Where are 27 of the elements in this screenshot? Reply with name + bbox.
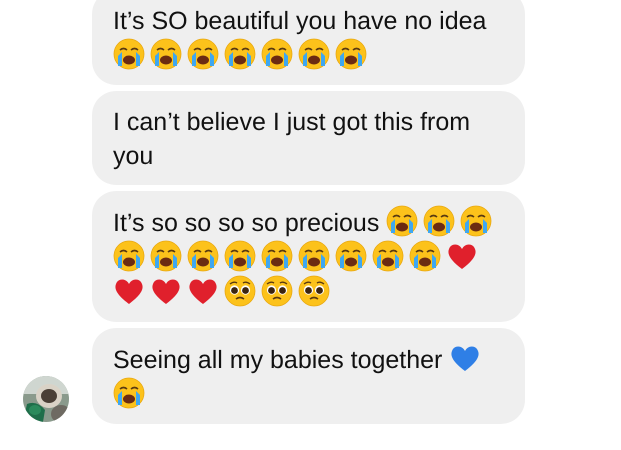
crying-face-icon [386, 205, 418, 237]
message-text: It’s SO beautiful you have no idea [113, 7, 486, 35]
crying-face-icon [150, 38, 182, 70]
crying-face-icon [335, 240, 367, 272]
crying-face-icon [298, 38, 330, 70]
crying-face-icon [372, 240, 404, 272]
crying-face-icon [224, 240, 256, 272]
crying-face-icon [150, 240, 182, 272]
pleading-face-icon [261, 275, 293, 307]
pleading-face-icon [224, 275, 256, 307]
crying-face-icon [187, 38, 219, 70]
crying-face-icon [423, 205, 456, 237]
crying-face-icon [335, 38, 367, 70]
crying-face-icon [113, 377, 145, 409]
crying-face-icon [224, 38, 256, 70]
crying-face-icon [409, 240, 441, 272]
crying-face-icon [113, 38, 145, 70]
crying-face-icon [261, 240, 293, 272]
crying-face-icon [113, 240, 145, 272]
message-text: Seeing all my babies together [113, 346, 444, 374]
crying-face-icon [261, 38, 293, 70]
message-text: It’s so so so so precious [113, 209, 380, 237]
crying-face-icon [298, 240, 330, 272]
message-text: I can’t believe I just got this from you [113, 108, 470, 170]
pleading-face-icon [298, 275, 330, 307]
crying-face-icon [187, 240, 219, 272]
crying-face-icon [460, 205, 492, 237]
